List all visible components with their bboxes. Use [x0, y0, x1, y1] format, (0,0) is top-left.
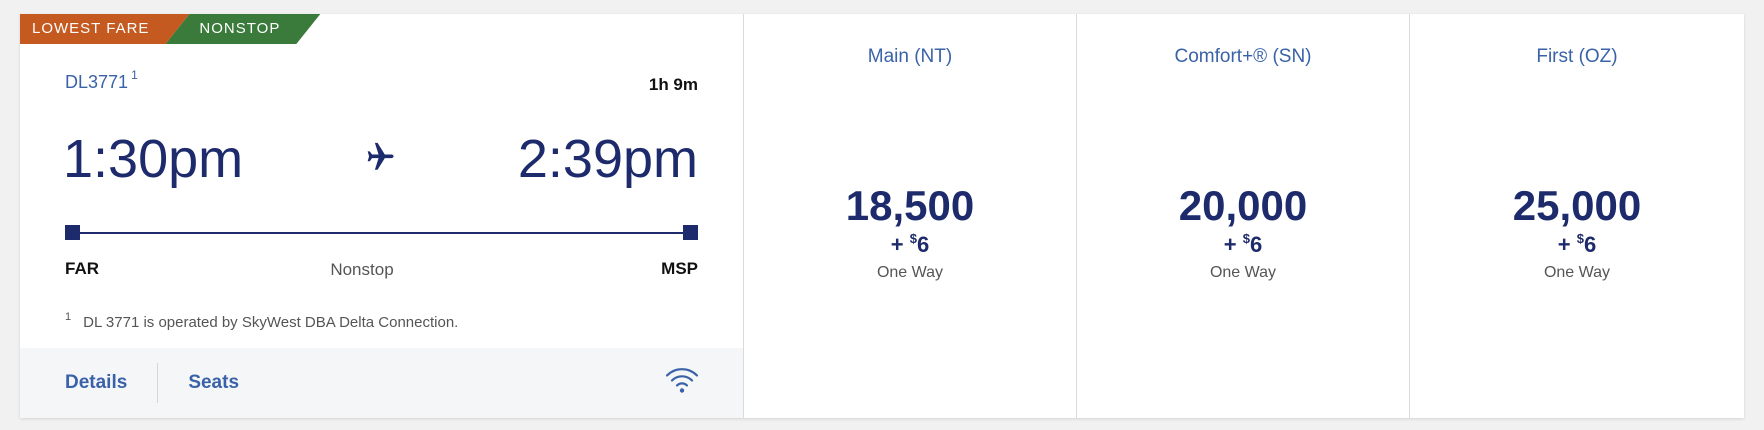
- fare-trip-type: One Way: [876, 264, 944, 281]
- fare-badges: LOWEST FARE NONSTOP: [20, 14, 320, 44]
- operator-footnote: 1 DL 3771 is operated by SkyWest DBA Delt…: [65, 311, 459, 331]
- destination-airport-code: MSP: [661, 259, 698, 278]
- fare-class-title: First (OZ): [1536, 46, 1618, 67]
- fare-plus: +: [1223, 232, 1237, 257]
- fare-currency: $: [1242, 231, 1250, 246]
- destination-marker: [683, 225, 698, 240]
- fare-plus: +: [890, 232, 904, 257]
- fare-class-title: Comfort+® (SN): [1174, 46, 1312, 67]
- flight-number-link[interactable]: DL3771 1: [65, 68, 138, 93]
- lowest-fare-badge: LOWEST FARE: [20, 14, 189, 44]
- arrival-time: 2:39pm: [517, 129, 698, 189]
- fare-miles: 20,000: [1178, 182, 1308, 229]
- details-link[interactable]: Details: [65, 372, 127, 394]
- fare-plus: +: [1557, 232, 1571, 257]
- flight-info-panel: LOWEST FARE NONSTOP DL3771 1 1h 9m 1:30pm…: [20, 14, 744, 418]
- fare-taxes: + $6: [744, 231, 1076, 258]
- footnote-text: DL 3771 is operated by SkyWest DBA Delta…: [83, 314, 459, 331]
- route-line: [71, 232, 691, 234]
- fare-miles: 18,500: [845, 182, 975, 229]
- seats-link[interactable]: Seats: [188, 372, 239, 394]
- wifi-icon: [665, 368, 699, 393]
- fare-class-title: Main (NT): [867, 46, 953, 67]
- fare-currency: $: [1576, 231, 1584, 246]
- fare-trip-type: One Way: [1209, 264, 1277, 281]
- flight-number: DL3771: [65, 72, 129, 92]
- fare-tax-amount: 6: [1249, 232, 1263, 257]
- stops-label: Nonstop: [330, 260, 394, 279]
- fare-option-comfort-plus[interactable]: Comfort+® (SN) 20,000 + $6 One Way: [1077, 14, 1410, 418]
- fare-tax-amount: 6: [1583, 232, 1597, 257]
- nonstop-badge: NONSTOP: [165, 14, 320, 44]
- departure-time: 1:30pm: [63, 129, 244, 189]
- fare-taxes: + $6: [1077, 231, 1409, 258]
- fare-option-first[interactable]: First (OZ) 25,000 + $6 One Way: [1410, 14, 1744, 418]
- flight-actions-bar: Details Seats: [20, 348, 743, 418]
- airplane-icon: [367, 142, 394, 170]
- fare-option-main[interactable]: Main (NT) 18,500 + $6 One Way: [744, 14, 1077, 418]
- fare-currency: $: [909, 231, 917, 246]
- fare-trip-type: One Way: [1543, 264, 1611, 281]
- footnote-mark: 1: [65, 311, 72, 323]
- fare-taxes: + $6: [1410, 231, 1744, 258]
- flight-footnote-ref: 1: [131, 68, 138, 82]
- flight-duration: 1h 9m: [648, 75, 698, 94]
- fare-tax-amount: 6: [916, 232, 930, 257]
- flight-result-card: LOWEST FARE NONSTOP DL3771 1 1h 9m 1:30pm…: [20, 14, 1744, 418]
- fare-miles: 25,000: [1512, 182, 1642, 229]
- actions-divider: [157, 363, 159, 403]
- origin-marker: [65, 225, 80, 240]
